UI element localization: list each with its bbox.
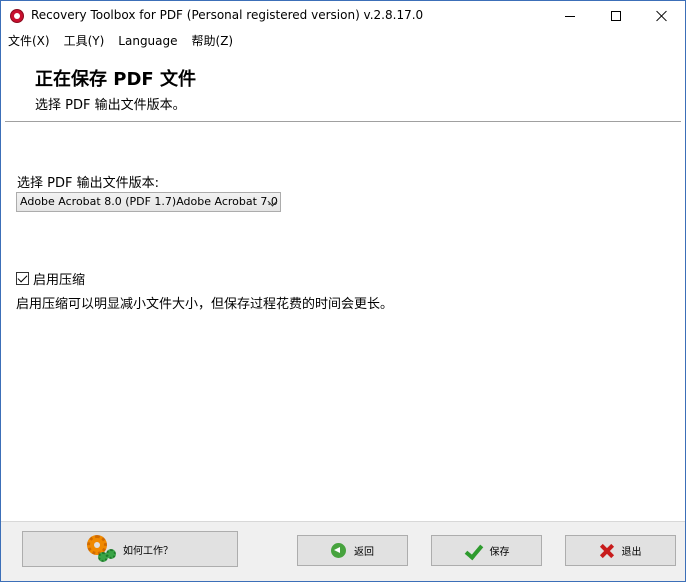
exit-label: 退出 — [621, 547, 642, 558]
footer-bar: 如何工作？ 返回 保存 退出 — [1, 521, 685, 581]
pdf-version-label: 选择 PDF 输出文件版本: — [17, 176, 159, 191]
back-label: 返回 — [354, 547, 374, 558]
close-button[interactable] — [639, 1, 685, 31]
pdf-version-select[interactable]: Adobe Acrobat 8.0 (PDF 1.7)Adobe Acrobat… — [16, 192, 281, 212]
compression-option[interactable]: 启用压缩 — [16, 269, 85, 288]
compression-checkbox[interactable] — [16, 271, 29, 285]
how-it-works-label: 如何工作？ — [123, 545, 173, 557]
compression-description: 启用压缩可以明显减小文件大小，但保存过程花费的时间会更长。 — [16, 297, 394, 312]
app-window: Recovery Toolbox for PDF (Personal regis… — [0, 0, 686, 582]
menu-item-language[interactable]: Language — [111, 31, 184, 51]
menu-item-help[interactable]: 帮助(Z) — [185, 31, 241, 51]
menu-item-file[interactable]: 文件(X) — [1, 31, 57, 51]
maximize-button[interactable] — [593, 1, 639, 31]
minimize-button[interactable] — [547, 1, 593, 31]
app-logo-icon — [10, 9, 24, 23]
window-title: Recovery Toolbox for PDF (Personal regis… — [31, 8, 424, 22]
close-icon — [656, 10, 668, 22]
maximize-icon — [611, 11, 621, 21]
menu-bar: 文件(X) 工具(Y) Language 帮助(Z) — [1, 31, 685, 51]
checkmark-icon — [464, 543, 482, 559]
save-button[interactable]: 保存 — [431, 535, 542, 566]
menu-item-tools[interactable]: 工具(Y) — [57, 31, 112, 51]
pdf-version-selected-value: Adobe Acrobat 8.0 (PDF 1.7)Adobe Acrobat… — [20, 195, 281, 208]
compression-label[interactable]: 启用压缩 — [33, 269, 85, 288]
minimize-icon — [565, 15, 575, 17]
save-label: 保存 — [489, 547, 510, 558]
page-title: 正在保存 PDF 文件 — [35, 69, 196, 90]
how-it-works-button[interactable]: 如何工作？ — [22, 531, 238, 567]
page-subtitle: 选择 PDF 输出文件版本。 — [35, 98, 186, 113]
header-divider — [5, 121, 681, 123]
back-arrow-icon — [331, 543, 346, 558]
exit-button[interactable]: 退出 — [565, 535, 676, 566]
back-button[interactable]: 返回 — [297, 535, 408, 566]
close-x-icon — [600, 544, 614, 558]
title-bar[interactable]: Recovery Toolbox for PDF (Personal regis… — [1, 1, 685, 31]
gears-icon — [87, 535, 116, 563]
